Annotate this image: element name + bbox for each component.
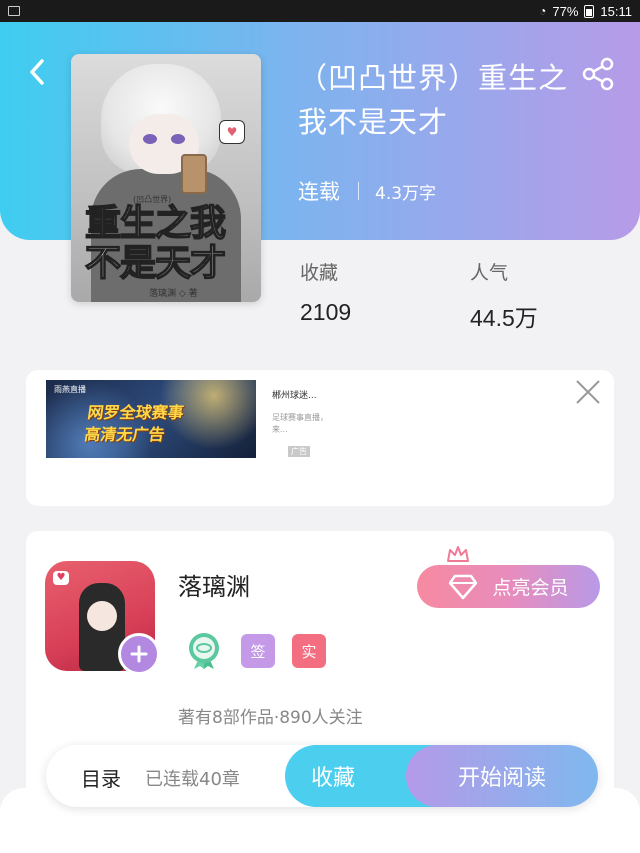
book-title: （凹凸世界）重生之我不是天才 [298,61,569,139]
status-indicators: ◔ 77% 15:11 [539,4,632,19]
signed-badge: 签 [241,634,275,668]
cover-author: 落璃渊 ◇ 著 [149,289,198,299]
ad-headline: 网罗全球赛事 高清无广告 [83,402,185,446]
action-bar: 目录 已连载40章 收藏 开始阅读 [46,745,598,807]
plus-icon [130,645,148,663]
clock: 15:11 [600,3,632,19]
toc-button[interactable]: 目录 [81,763,121,792]
collect-stat: 收藏 2109 [300,258,351,326]
book-meta: 连载 4.3万字 [298,176,436,206]
share-icon [582,57,614,91]
heart-icon: ♥ [219,120,245,144]
popularity-stat: 人气 44.5万 [470,258,538,333]
chevron-left-icon [30,59,44,85]
collect-value: 2109 [300,299,352,325]
vip-label: 点亮会员 [492,577,569,599]
collect-button-label: 收藏 [311,766,356,791]
word-count: 4.3万字 [375,183,437,204]
ad-headline-line2: 高清无广告 [83,425,166,444]
start-reading-label: 开始阅读 [457,766,546,791]
share-button[interactable] [580,56,620,92]
author-stats: 著有8部作品·890人关注 [178,708,363,728]
divider [358,182,359,200]
crown-icon [447,546,469,562]
battery-icon [584,4,595,18]
author-name[interactable]: 落璃渊 [178,567,250,602]
cover-title: 重生之我不是天才 [84,203,227,285]
status-bar: ◔ 77% 15:11 [0,0,640,22]
wifi-icon: ◔ [539,4,547,18]
collect-label: 收藏 [300,262,339,284]
serial-status: 连载 [298,180,340,204]
ad-logo: 雨燕直播 [54,385,86,394]
book-cover[interactable]: ♥ (凹凸世界) 重生之我不是天才 落璃渊 ◇ 著 [71,54,261,302]
ad-close-button[interactable] [574,378,602,406]
vip-button[interactable]: 点亮会员 [417,565,600,608]
popularity-value: 44.5万 [470,305,538,331]
medal-icon [189,633,219,669]
chapter-count[interactable]: 已连载40章 [145,765,240,791]
diamond-icon [449,574,478,599]
follow-author-button[interactable] [118,633,160,675]
level-badge [186,633,222,669]
heart-icon: ♥ [53,571,69,585]
popularity-label: 人气 [470,262,509,284]
back-button[interactable] [20,52,54,92]
close-icon [576,380,600,404]
start-reading-button[interactable]: 开始阅读 [406,745,598,807]
ad-tag: 广告 [288,446,310,457]
ad-card[interactable]: 雨燕直播 网罗全球赛事 高清无广告 郴州球迷... 足球赛事直播，来... 广告 [26,370,614,506]
battery-percent: 77% [552,3,579,19]
ad-headline-line1: 网罗全球赛事 [86,403,185,422]
ad-name: 郴州球迷... [272,391,317,401]
ad-description: 足球赛事直播，来... [272,413,328,434]
gallery-icon [8,6,20,16]
verified-badge: 实 [292,634,326,668]
ad-image[interactable]: 雨燕直播 网罗全球赛事 高清无广告 [46,380,256,458]
